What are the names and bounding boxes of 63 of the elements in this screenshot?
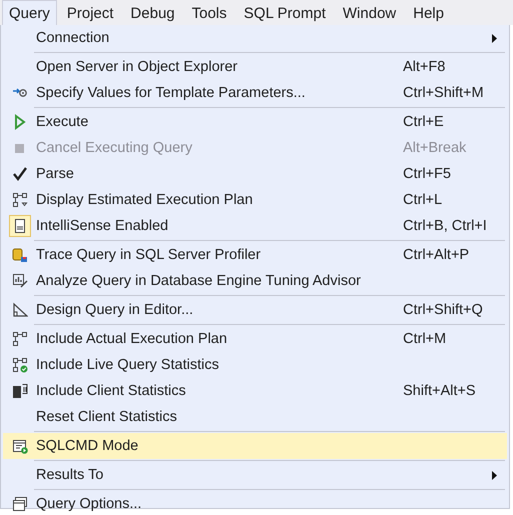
shortcut-text: Shift+Alt+S [403, 383, 477, 399]
shortcut-text: Ctrl+E [403, 114, 445, 130]
shortcut-text: Ctrl+Shift+Q [403, 302, 484, 318]
menu-item-label: Specify Values for Template Parameters... [36, 85, 306, 101]
plan-icon [12, 192, 28, 208]
menu-item[interactable]: Open Server in Object Explorer Alt+F8 [3, 54, 507, 80]
menu-item[interactable]: Include Actual Execution Plan Ctrl+M [3, 326, 507, 352]
menu-bar-item[interactable]: Tools [184, 0, 234, 25]
shortcut-text: Ctrl+Alt+P [403, 247, 470, 263]
menu-item-label: Include Live Query Statistics [36, 357, 219, 373]
menu-item[interactable]: Connection [3, 25, 507, 51]
database-icon [12, 247, 28, 263]
menu-item-label: IntelliSense Enabled [36, 218, 168, 234]
menu-item-label: Execute [36, 114, 88, 130]
menu-item[interactable]: Display Estimated Execution Plan Ctrl+L [3, 187, 507, 213]
plan-icon [12, 331, 28, 347]
menu-item-label: Connection [36, 30, 110, 46]
menu-item[interactable]: Query Options... [3, 491, 507, 515]
menu-item-label: Trace Query in SQL Server Profiler [36, 247, 261, 263]
menu-item[interactable]: Analyze Query in Database Engine Tuning Advisor [3, 268, 507, 294]
menu-item-label: Reset Client Statistics [36, 409, 178, 425]
menu-item-label: Display Estimated Execution Plan [36, 192, 253, 208]
menu-item-label: Analyze Query in Database Engine Tuning Advisor [36, 273, 361, 289]
menu-item-label: Include Client Statistics [36, 383, 186, 399]
menu-bar-item[interactable]: Window [336, 0, 404, 25]
windows-icon [12, 496, 28, 512]
menu-item[interactable]: Parse Ctrl+F5 [3, 161, 507, 187]
menu-bar-item[interactable]: Debug [124, 0, 182, 25]
shortcut-text: Ctrl+Shift+M [403, 85, 485, 101]
menu-item-label: Results To [36, 467, 104, 483]
server-icon [12, 383, 28, 399]
menu-item-label: Query Options... [36, 496, 142, 512]
menu-item-label: Design Query in Editor... [36, 302, 194, 318]
shortcut-text: Ctrl+L [403, 192, 444, 208]
menu-item[interactable]: SQLCMD Mode [3, 433, 507, 459]
shortcut-text: Ctrl+M [403, 331, 448, 347]
menu-item[interactable]: Execute Ctrl+E [3, 109, 507, 135]
window-play-icon [12, 438, 28, 454]
menu-item-label: Open Server in Object Explorer [36, 59, 238, 75]
plan-check-icon [12, 357, 28, 373]
menu-item-label: SQLCMD Mode [36, 438, 138, 454]
menu-bar-item[interactable]: Project [60, 0, 121, 25]
menu-item[interactable]: Trace Query in SQL Server Profiler Ctrl+Alt+P [3, 242, 507, 268]
menu-item[interactable]: Results To [3, 462, 507, 488]
menu-item-label: Cancel Executing Query [36, 140, 192, 156]
menu-item-label: Include Actual Execution Plan [36, 331, 228, 347]
shortcut-text: Ctrl+F5 [403, 166, 452, 182]
shortcut-text: Ctrl+B, Ctrl+I [403, 218, 488, 234]
menu-bar-item[interactable]: Query [2, 0, 57, 25]
menu-bar-item[interactable]: SQL Prompt [236, 0, 333, 25]
menu-item[interactable]: Include Live Query Statistics [3, 352, 507, 378]
menu-item[interactable]: Design Query in Editor... Ctrl+Shift+Q [3, 297, 507, 323]
check-icon [12, 166, 28, 182]
ruler-icon [12, 302, 28, 318]
menu-item[interactable]: Include Client Statistics Shift+Alt+S [3, 378, 507, 404]
menu-item[interactable]: Reset Client Statistics [3, 404, 507, 430]
menu-item-label: Parse [36, 166, 74, 182]
menu-bar-item[interactable]: Help [406, 0, 451, 25]
menu-item[interactable]: Specify Values for Template Parameters... Ctrl+Shift+M [3, 80, 507, 106]
shortcut-text: Alt+F8 [403, 59, 446, 75]
chart-icon [12, 273, 28, 289]
shortcut-text: Alt+Break [403, 140, 468, 156]
menu-item[interactable]: IntelliSense Enabled Ctrl+B, Ctrl+I [3, 213, 507, 239]
